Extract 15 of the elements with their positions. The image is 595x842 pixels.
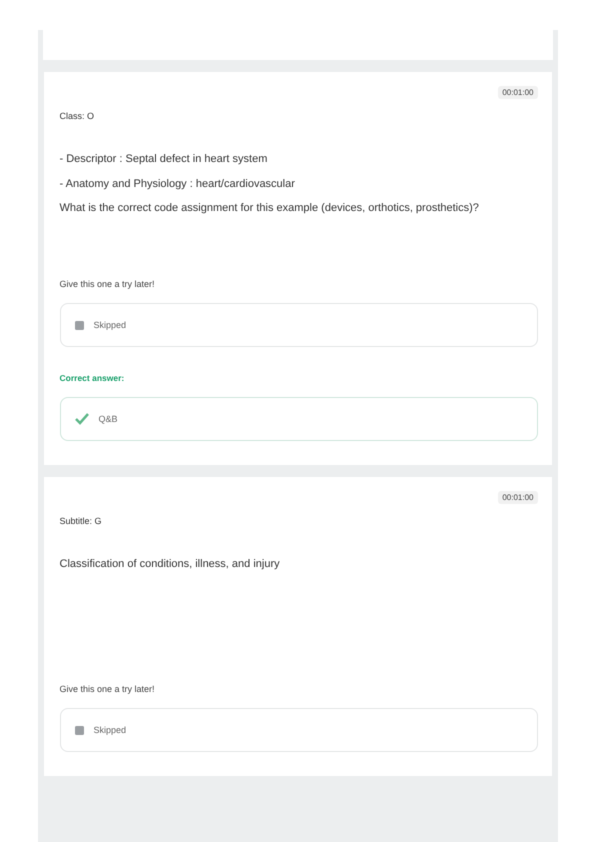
correct-answer-field: Q&B <box>60 397 538 441</box>
timer: 00:01:00 <box>498 491 538 504</box>
square-icon <box>74 320 84 330</box>
question-label: Give this one a try later! <box>60 279 156 289</box>
question-label: Give this one a try later! <box>60 684 156 694</box>
answer-field: Skipped <box>60 303 538 347</box>
square-icon <box>74 726 84 734</box>
correct-answer-label: Correct answer: <box>60 373 126 383</box>
checkmark-icon <box>74 413 88 425</box>
question-text: - Descriptor : Septal defect in heart system - Anatomy and Physiology : heart/cardiovascular What is the correct code assignment for this example (devices, orthotics, prosthetics)? <box>60 152 480 216</box>
question-heading: Subtitle: G <box>60 516 103 526</box>
question-heading: Class: O <box>60 111 96 121</box>
answer-field: Skipped <box>60 708 538 752</box>
question-text: Classification of conditions, illness, and injury <box>60 557 281 572</box>
timer: 00:01:00 <box>498 86 538 99</box>
